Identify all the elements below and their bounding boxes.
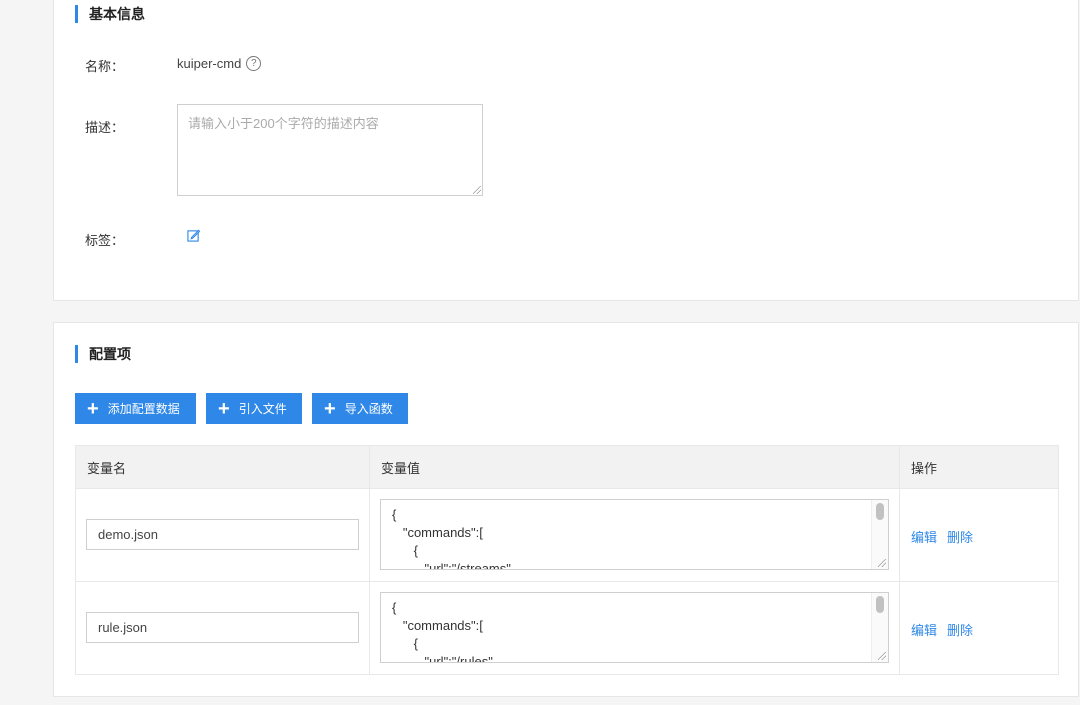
code-line: {	[392, 507, 397, 522]
import-file-button[interactable]: + 引入文件	[206, 393, 302, 424]
delete-link[interactable]: 删除	[947, 527, 973, 546]
name-label: 名称：	[85, 59, 125, 74]
column-header-name: 变量名	[76, 446, 370, 488]
question-circle-icon[interactable]: ?	[246, 56, 262, 71]
import-file-label: 引入文件	[238, 402, 287, 416]
code-line: {	[392, 543, 419, 558]
code-line: "commands":[	[392, 618, 483, 633]
add-config-data-label: 添加配置数据	[107, 402, 180, 416]
variable-name-input[interactable]	[86, 519, 359, 550]
column-header-actions: 操作	[911, 460, 938, 476]
tags-label: 标签：	[85, 233, 125, 248]
name-value-group: kuiper-cmd ?	[177, 56, 262, 71]
name-value: kuiper-cmd	[177, 56, 242, 71]
config-card: 配置项 + 添加配置数据 + 引入文件 + 导入函数 变量名 变量值 操作 { …	[53, 322, 1079, 697]
scrollbar-thumb[interactable]	[876, 503, 884, 520]
variable-value-editor[interactable]: { "commands":[ { "url":"/streams",	[380, 499, 889, 570]
row-actions: 编辑 删除	[911, 527, 973, 546]
description-textarea[interactable]	[177, 104, 483, 196]
import-function-button[interactable]: + 导入函数	[312, 393, 408, 424]
config-title: 配置项	[75, 345, 131, 363]
edit-icon[interactable]	[187, 229, 200, 242]
import-function-label: 导入函数	[344, 402, 393, 416]
basic-info-card: 基本信息 名称： kuiper-cmd ? 描述： 标签：	[53, 0, 1079, 301]
config-table: 变量名 变量值 操作 { "commands":[ { "url":"/stre…	[75, 445, 1059, 675]
actions-cell: 编辑 删除	[900, 582, 1058, 674]
code-line: "url":"/rules",	[392, 654, 497, 663]
code-line: {	[392, 636, 419, 651]
code-line: "url":"/streams",	[392, 561, 515, 570]
plus-icon: +	[218, 397, 230, 420]
resize-grip-icon[interactable]	[473, 186, 481, 194]
table-row: { "commands":[ { "url":"/rules", 编辑 删除	[76, 582, 1058, 674]
code-line: {	[392, 600, 397, 615]
name-cell	[76, 582, 370, 674]
basic-info-title: 基本信息	[75, 5, 145, 23]
value-cell: { "commands":[ { "url":"/rules",	[370, 582, 900, 674]
column-header-value: 变量值	[370, 446, 900, 488]
plus-icon: +	[87, 397, 99, 420]
table-row: { "commands":[ { "url":"/streams", 编辑 删除	[76, 489, 1058, 582]
edit-link[interactable]: 编辑	[911, 620, 937, 639]
table-header: 变量名 变量值 操作	[76, 446, 1058, 489]
scrollbar-thumb[interactable]	[876, 596, 884, 613]
edit-link[interactable]: 编辑	[911, 527, 937, 546]
plus-icon: +	[324, 397, 336, 420]
resize-grip-icon[interactable]	[878, 652, 886, 660]
value-cell: { "commands":[ { "url":"/streams",	[370, 489, 900, 581]
code-line: "commands":[	[392, 525, 483, 540]
delete-link[interactable]: 删除	[947, 620, 973, 639]
description-label: 描述：	[85, 120, 125, 135]
resize-grip-icon[interactable]	[878, 559, 886, 567]
row-actions: 编辑 删除	[911, 620, 973, 639]
name-cell	[76, 489, 370, 581]
variable-name-input[interactable]	[86, 612, 359, 643]
actions-cell: 编辑 删除	[900, 489, 1058, 581]
add-config-data-button[interactable]: + 添加配置数据	[75, 393, 196, 424]
variable-value-editor[interactable]: { "commands":[ { "url":"/rules",	[380, 592, 889, 663]
